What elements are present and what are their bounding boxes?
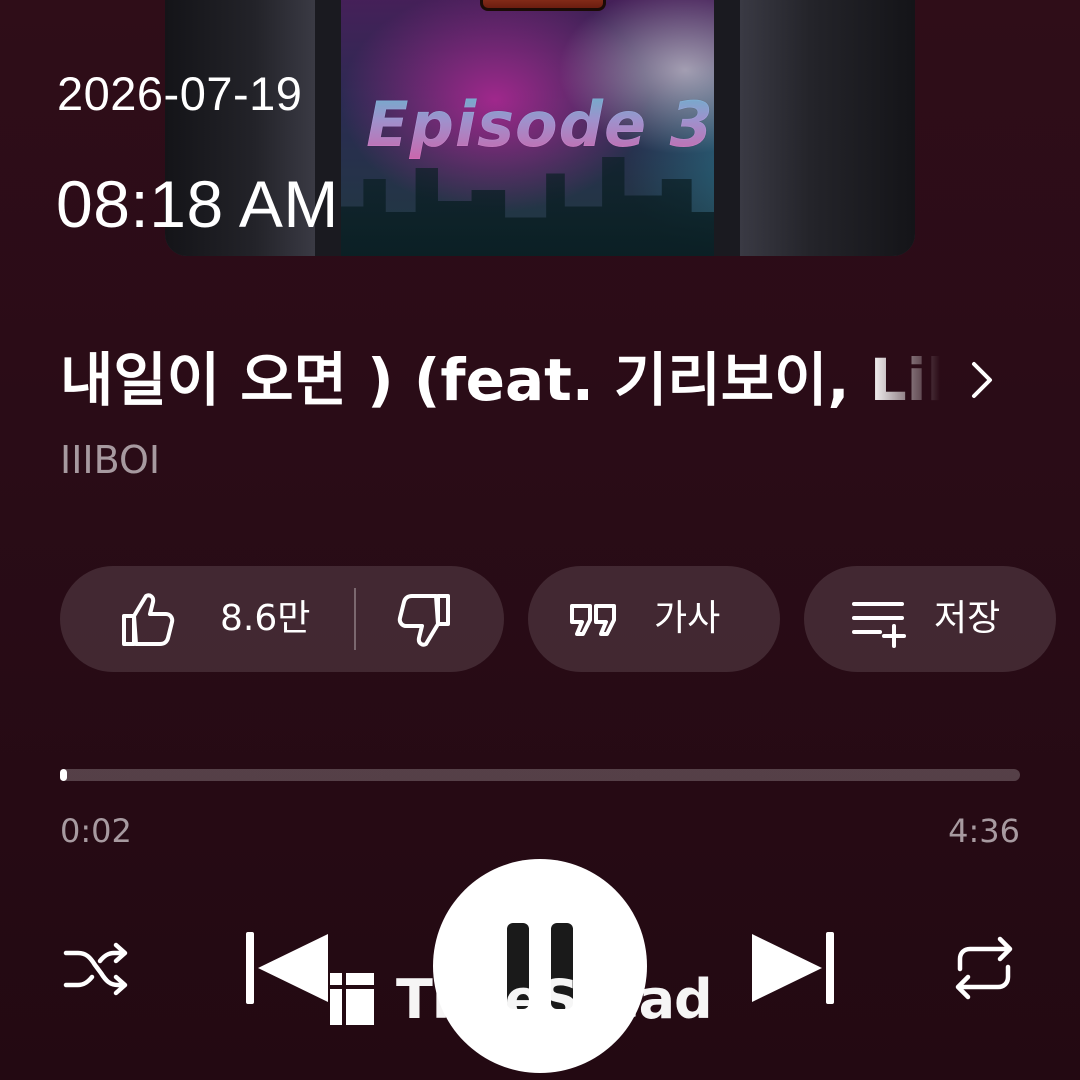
total-time: 4:36 [948, 812, 1020, 850]
progress-slider[interactable] [60, 769, 1020, 781]
album-art-skyline [341, 157, 714, 256]
thumbs-down-icon [397, 594, 450, 647]
overlay-time: 08:18 AM [56, 167, 339, 241]
dislike-button[interactable] [356, 566, 504, 672]
save-label: 저장 [934, 598, 1001, 639]
watermark-text: TimeStead [396, 967, 713, 1031]
save-to-playlist-button[interactable]: 저장 [804, 566, 1056, 672]
song-title: 내일이 오면 ) (feat. 기리보이, Lil Boi, BIG Naugh… [60, 346, 940, 414]
song-title-row[interactable]: 내일이 오면 ) (feat. 기리보이, Lil Boi, BIG Naugh… [60, 340, 1020, 420]
watermark-logo-icon [330, 973, 374, 1025]
like-count: 8.6만 [220, 598, 311, 639]
artist-name[interactable]: IIIBOI [60, 438, 160, 482]
like-button[interactable]: 8.6만 [60, 566, 356, 672]
previous-track-icon[interactable] [244, 928, 334, 1008]
playlist-add-icon [852, 602, 906, 648]
chevron-right-icon [972, 362, 992, 398]
album-art-sign [480, 0, 606, 11]
quote-icon [570, 604, 616, 636]
next-track-icon[interactable] [746, 928, 836, 1008]
elapsed-time: 0:02 [60, 812, 132, 850]
thumbs-up-icon [122, 593, 175, 646]
like-dislike-pill: 8.6만 [60, 566, 504, 672]
progress-fill [60, 769, 67, 781]
overlay-date: 2026-07-19 [57, 67, 303, 120]
repeat-icon[interactable] [948, 933, 1020, 1003]
lyrics-button[interactable]: 가사 [528, 566, 780, 672]
watermark: TimeStead [328, 966, 713, 1032]
lyrics-label: 가사 [654, 598, 721, 639]
shuffle-icon[interactable] [60, 933, 130, 1003]
